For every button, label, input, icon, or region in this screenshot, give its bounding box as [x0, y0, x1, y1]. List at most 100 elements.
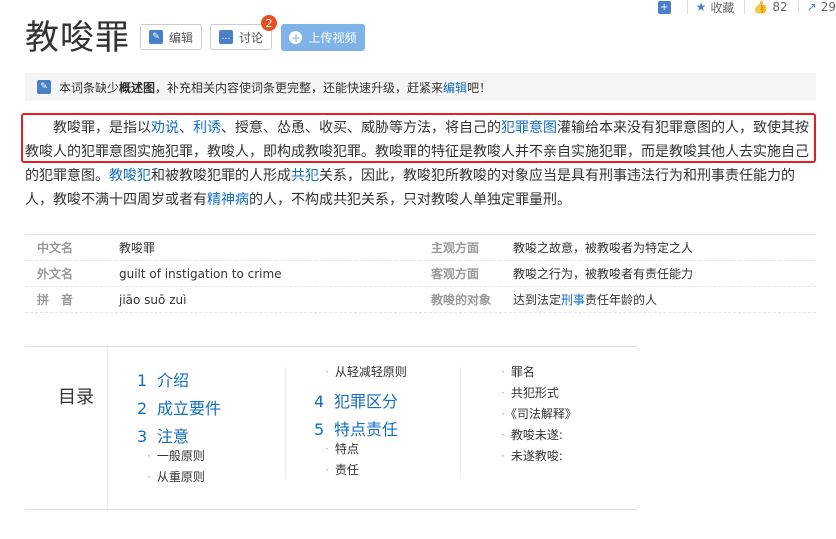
info-key: 外文名: [37, 267, 74, 281]
bullet-icon: ·: [147, 449, 151, 463]
table-of-contents: 目录 1 介绍 2 成立要件 3 注意 · 一般原则 · 从重原则 · 从轻减轻原则 4 犯罪…: [25, 346, 637, 510]
like-count: 82: [772, 0, 788, 14]
star-icon: ★: [695, 0, 707, 14]
bullet-icon: ·: [501, 407, 505, 421]
toc-sublabel: 教唆未遂:: [510, 428, 563, 442]
discuss-button[interactable]: … 讨论 2: [210, 15, 277, 50]
info-value: 达到法定刑事责任年龄的人: [513, 291, 657, 308]
toc-sublabel: 未遂教唆:: [510, 449, 563, 463]
column-divider: [285, 367, 286, 479]
share-button[interactable]: ↗ 29: [807, 0, 836, 14]
notice-bold: 概述图: [119, 80, 156, 95]
link-mental-illness[interactable]: 精神病: [207, 192, 249, 208]
divider: [686, 0, 688, 14]
toc-item-distinction[interactable]: 4 犯罪区分: [314, 388, 398, 412]
collect-label: 收藏: [710, 0, 735, 15]
top-action-bar: + ★ 收藏 👍 82 ↗ 29: [657, 0, 836, 16]
highlight-box: [21, 113, 816, 163]
bullet-icon: ·: [501, 386, 505, 400]
toc-subitem[interactable]: · 从轻减轻原则: [325, 363, 407, 380]
info-key: 主观方面: [431, 241, 480, 255]
edit-label: 编辑: [169, 30, 194, 45]
info-value: 教唆罪: [119, 241, 156, 255]
toc-sublabel: 责任: [334, 463, 359, 477]
info-key: 中文名: [37, 241, 74, 255]
like-button[interactable]: 👍 82: [753, 0, 787, 14]
page-title: 教唆罪: [25, 18, 130, 58]
bullet-icon: ·: [325, 365, 329, 379]
toc-subitem[interactable]: · 特点: [325, 440, 359, 457]
toc-sublabel: 共犯形式: [510, 386, 559, 400]
bullet-icon: ·: [147, 470, 151, 484]
toc-number: 4: [314, 392, 325, 411]
share-icon: ↗: [806, 0, 817, 14]
info-text: 达到法定: [513, 293, 562, 307]
summary-text: 的人，不构成共犯关系，只对教唆人单独定罪量刑。: [249, 192, 571, 208]
toc-number: 3: [137, 427, 148, 446]
toc-sublabel: 从轻减轻原则: [334, 365, 407, 379]
edit-button[interactable]: ✎ 编辑: [140, 24, 202, 50]
divider: [797, 0, 799, 14]
discuss-label: 讨论: [239, 30, 264, 45]
info-text: 责任年龄的人: [585, 293, 658, 307]
toc-sublabel: 《司法解释》: [510, 407, 577, 421]
pencil-icon: ✎: [149, 30, 163, 44]
toc-subitem[interactable]: · 未遂教唆:: [501, 447, 563, 464]
toc-label: 犯罪区分: [334, 392, 399, 411]
toc-item-elements[interactable]: 2 成立要件: [137, 395, 221, 419]
bullet-icon: ·: [325, 442, 329, 456]
toc-subitem[interactable]: · 共犯形式: [501, 384, 559, 401]
info-value: jiāo suō zuì: [119, 292, 187, 307]
discuss-count-badge: 2: [261, 15, 277, 31]
info-key: 客观方面: [431, 267, 480, 281]
collect-button[interactable]: ★ 收藏: [696, 0, 735, 16]
plus-icon: +: [289, 30, 303, 45]
summary-text: 和被教唆犯罪的人形成: [151, 168, 291, 184]
add-icon[interactable]: +: [657, 0, 671, 14]
info-row: 拼 音 jiāo suō zuì 教唆的对象 达到法定刑事责任年龄的人: [25, 287, 816, 313]
toc-subitem[interactable]: · 教唆未遂:: [501, 426, 563, 443]
info-key: 拼 音: [37, 293, 74, 307]
share-count: 29: [820, 0, 836, 14]
link-accomplice[interactable]: 共犯: [291, 168, 319, 184]
info-value: 教唆之行为，被教唆者有责任能力: [513, 267, 694, 281]
bullet-icon: ·: [325, 463, 329, 477]
comment-icon: …: [219, 30, 233, 44]
bullet-icon: ·: [501, 449, 505, 463]
toc-subitem[interactable]: · 从重原则: [147, 468, 205, 485]
toc-item-notes[interactable]: 3 注意: [137, 423, 189, 447]
thumbs-up-icon: 👍: [753, 0, 769, 14]
divider: [744, 0, 746, 14]
toc-subitem[interactable]: · 罪名: [501, 363, 535, 380]
catalog-header: 目录: [25, 347, 108, 509]
link-criminal[interactable]: 刑事: [561, 293, 585, 307]
info-value: 教唆之故意，被教唆者为特定之人: [513, 241, 694, 255]
toc-sublabel: 一般原则: [156, 449, 205, 463]
info-key: 教唆的对象: [431, 293, 492, 307]
link-instigator[interactable]: 教唆犯: [109, 168, 151, 184]
notice-bar: ✎ 本词条缺少 概述图 ，补充相关内容使词条更完整，还能快速升级，赶紧来 编辑 吧！: [25, 73, 816, 101]
toc-label: 成立要件: [157, 399, 222, 418]
toc-number: 2: [137, 399, 148, 418]
notice-edit-link[interactable]: 编辑: [443, 79, 467, 96]
toc-sublabel: 从重原则: [156, 470, 205, 484]
toc-subitem[interactable]: · 责任: [325, 461, 359, 478]
info-value: guilt of instigation to crime: [119, 266, 282, 281]
toc-subitem[interactable]: · 《司法解释》: [501, 405, 577, 422]
toc-number: 5: [314, 420, 325, 439]
toc-label: 注意: [157, 427, 190, 446]
bullet-icon: ·: [501, 428, 505, 442]
basic-info-table: 中文名 教唆罪 主观方面 教唆之故意，被教唆者为特定之人 外文名 guilt o…: [25, 234, 816, 313]
toc-label: 特点责任: [334, 420, 399, 439]
column-divider: [460, 367, 461, 479]
toc-item-features[interactable]: 5 特点责任: [314, 416, 398, 440]
upload-video-button[interactable]: + 上传视频: [281, 24, 365, 51]
toc-subitem[interactable]: · 一般原则: [147, 447, 205, 464]
toc-number: 1: [137, 371, 148, 390]
info-row: 中文名 教唆罪 主观方面 教唆之故意，被教唆者为特定之人: [25, 234, 816, 261]
catalog-title: 目录: [58, 387, 94, 408]
toc-sublabel: 特点: [334, 442, 359, 456]
toc-item-intro[interactable]: 1 介绍: [137, 367, 189, 391]
toc-label: 介绍: [157, 371, 190, 390]
upload-label: 上传视频: [308, 31, 357, 45]
